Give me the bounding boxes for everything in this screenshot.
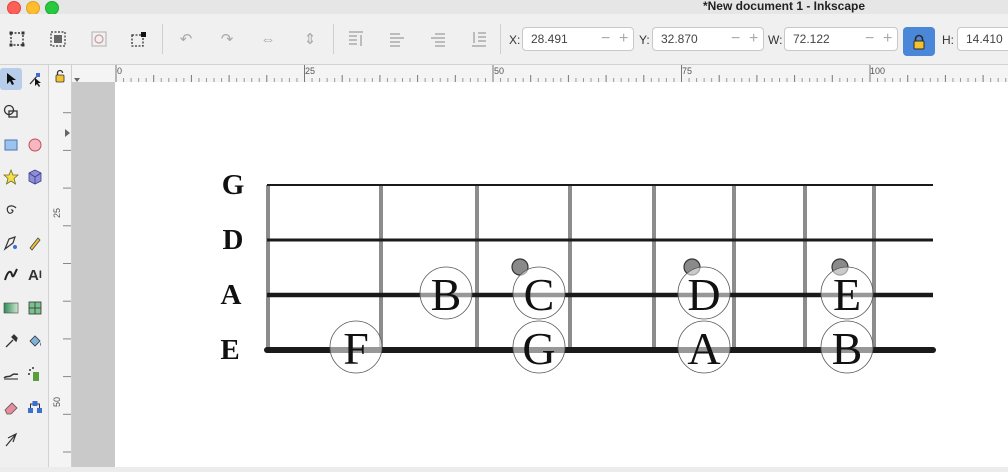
mesh-tool-icon[interactable] bbox=[24, 297, 46, 319]
raise-icon[interactable] bbox=[387, 29, 407, 49]
calligraphy-tool-icon[interactable] bbox=[0, 264, 22, 286]
gradient-tool-icon[interactable] bbox=[0, 297, 22, 319]
note-circle[interactable]: E bbox=[820, 266, 874, 320]
select-all-layers-icon[interactable] bbox=[48, 29, 68, 49]
title-bar: *New document 1 - Inkscape bbox=[0, 0, 1008, 15]
window-title: *New document 1 - Inkscape bbox=[702, 0, 866, 13]
spiral-tool-icon[interactable] bbox=[0, 199, 22, 221]
star-tool-icon[interactable] bbox=[0, 166, 22, 188]
toolbox: AI bbox=[0, 65, 49, 467]
svg-text:F: F bbox=[343, 323, 369, 374]
w-decrement-icon[interactable]: − bbox=[865, 29, 874, 49]
touch-select-icon[interactable] bbox=[129, 29, 149, 49]
hruler-label-0: 0 bbox=[117, 66, 122, 76]
hruler-label-100: 100 bbox=[870, 66, 885, 76]
svg-text:A: A bbox=[687, 323, 720, 374]
vruler-label-25: 25 bbox=[52, 208, 62, 218]
document-page[interactable]: G D A E F B C G D A E B bbox=[115, 82, 1008, 467]
flip-vertical-icon[interactable]: ⇕ bbox=[300, 29, 320, 49]
paint-bucket-tool-icon[interactable] bbox=[24, 330, 46, 352]
h-label: H: bbox=[942, 33, 954, 47]
w-increment-icon[interactable]: + bbox=[883, 29, 892, 49]
horizontal-ruler: 0 25 50 75 100 bbox=[72, 65, 1008, 83]
fretboard-drawing[interactable]: G D A E F B C G D A E B bbox=[115, 82, 1008, 467]
spray-tool-icon[interactable] bbox=[24, 363, 46, 385]
note-circle[interactable]: B bbox=[419, 266, 473, 320]
y-decrement-icon[interactable]: − bbox=[731, 29, 740, 49]
lock-guides-icon[interactable] bbox=[51, 67, 69, 85]
svg-text:B: B bbox=[832, 323, 863, 374]
lower-to-bottom-icon[interactable] bbox=[469, 29, 489, 49]
dropper-tool-icon[interactable] bbox=[0, 330, 22, 352]
selector-tool-icon[interactable] bbox=[0, 68, 22, 90]
node-tool-icon[interactable] bbox=[24, 68, 46, 90]
rotate-cw-icon[interactable]: ↷ bbox=[217, 29, 237, 49]
w-label: W: bbox=[768, 33, 783, 47]
shape-builder-icon[interactable] bbox=[0, 100, 22, 122]
note-circle[interactable]: A bbox=[677, 320, 731, 374]
w-field[interactable]: 72.122 − + bbox=[784, 27, 898, 51]
3d-box-tool-icon[interactable] bbox=[24, 166, 46, 188]
select-all-icon[interactable] bbox=[7, 29, 27, 49]
svg-text:E: E bbox=[833, 269, 861, 320]
lock-ratio-button[interactable] bbox=[903, 27, 935, 56]
canvas[interactable]: G D A E F B C G D A E B bbox=[72, 82, 1008, 467]
lock-icon bbox=[913, 34, 925, 49]
y-increment-icon[interactable]: + bbox=[749, 29, 758, 49]
y-field[interactable]: 32.870 − + bbox=[652, 27, 764, 51]
hruler-label-75: 75 bbox=[682, 66, 692, 76]
note-circle[interactable]: G bbox=[512, 320, 566, 374]
rotate-ccw-icon[interactable]: ↶ bbox=[176, 29, 196, 49]
pencil-tool-icon[interactable] bbox=[24, 232, 46, 254]
x-label: X: bbox=[509, 33, 521, 47]
lower-icon[interactable] bbox=[428, 29, 448, 49]
x-field[interactable]: 28.491 − + bbox=[522, 27, 634, 51]
note-circle[interactable]: F bbox=[329, 320, 383, 374]
svg-text:C: C bbox=[524, 269, 555, 320]
note-circle[interactable]: D bbox=[677, 266, 731, 320]
tweak-tool-icon[interactable] bbox=[0, 363, 22, 385]
tool-controls-bar: ↶ ↷ ⇔ ⇕ X: 28.491 − + Y: 32.870 − + W: 7… bbox=[0, 14, 1008, 65]
text-tool-icon[interactable]: AI bbox=[24, 264, 46, 286]
eraser-tool-icon[interactable] bbox=[0, 396, 22, 418]
string-label-a: A bbox=[221, 279, 242, 311]
string-label-d: D bbox=[223, 224, 244, 256]
x-increment-icon[interactable]: + bbox=[619, 29, 628, 49]
measure-tool-icon[interactable] bbox=[0, 429, 22, 451]
svg-text:D: D bbox=[687, 269, 720, 320]
rectangle-tool-icon[interactable] bbox=[0, 134, 22, 156]
svg-text:G: G bbox=[522, 323, 555, 374]
vertical-ruler: 25 50 bbox=[49, 65, 72, 467]
string-label-e: E bbox=[220, 334, 239, 366]
svg-text:B: B bbox=[431, 269, 462, 320]
connector-tool-icon[interactable] bbox=[24, 396, 46, 418]
hruler-label-25: 25 bbox=[305, 66, 315, 76]
flip-horizontal-icon[interactable]: ⇔ bbox=[258, 29, 278, 49]
deselect-icon[interactable] bbox=[89, 29, 109, 49]
hruler-label-50: 50 bbox=[494, 66, 504, 76]
h-field[interactable]: 14.410 bbox=[957, 27, 1008, 51]
pen-tool-icon[interactable] bbox=[0, 232, 22, 254]
raise-to-top-icon[interactable] bbox=[346, 29, 366, 49]
ellipse-tool-icon[interactable] bbox=[24, 134, 46, 156]
x-decrement-icon[interactable]: − bbox=[601, 29, 610, 49]
y-label: Y: bbox=[639, 33, 650, 47]
string-label-g: G bbox=[222, 169, 245, 201]
vruler-label-50: 50 bbox=[52, 397, 62, 407]
note-circle[interactable]: C bbox=[512, 266, 566, 320]
note-circle[interactable]: B bbox=[820, 320, 874, 374]
